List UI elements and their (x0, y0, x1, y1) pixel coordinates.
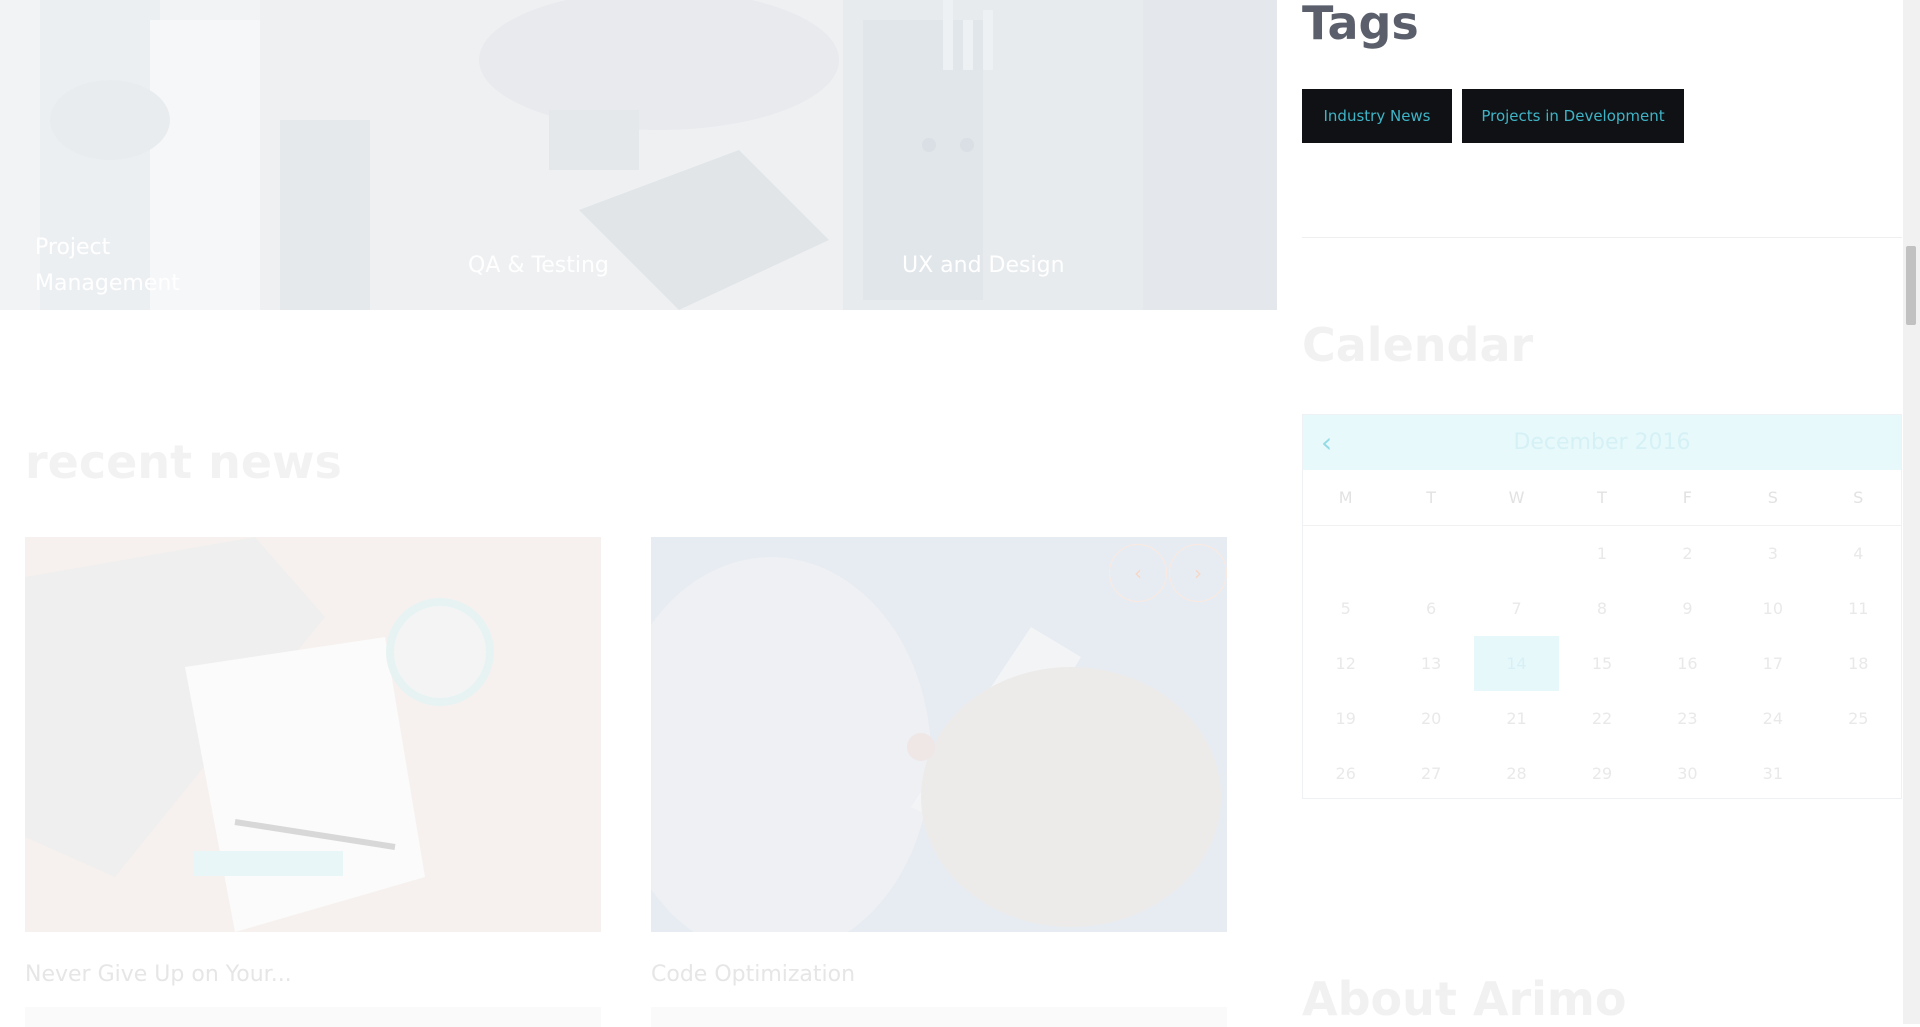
calendar-month-label: December 2016 (1513, 430, 1691, 455)
calendar-weekday: S (1853, 488, 1864, 507)
service-title: QA & Testing (468, 253, 609, 278)
calendar-day[interactable]: 2 (1645, 526, 1730, 581)
news-excerpt (25, 1007, 601, 1027)
calendar-day[interactable]: 13 (1388, 636, 1473, 691)
calendar-weekday: S (1767, 488, 1778, 507)
recent-news-heading: recent news (25, 435, 342, 489)
calendar-day[interactable]: 17 (1730, 636, 1815, 691)
calendar-empty-cell (1816, 746, 1901, 801)
news-title[interactable]: Never Give Up on Your... (25, 962, 292, 987)
calendar-day[interactable]: 5 (1303, 581, 1388, 636)
calendar-day[interactable]: 16 (1645, 636, 1730, 691)
calendar-day[interactable]: 26 (1303, 746, 1388, 801)
calendar-day[interactable]: 8 (1559, 581, 1644, 636)
calendar-empty-cell (1474, 526, 1559, 581)
news-image-laptop (25, 537, 601, 932)
calendar-weekday: M (1338, 488, 1353, 507)
calendar-day[interactable]: 25 (1816, 691, 1901, 746)
calendar-day[interactable]: 21 (1474, 691, 1559, 746)
service-card-ux-design[interactable]: UX and Design (843, 0, 1277, 310)
calendar-day[interactable]: 31 (1730, 746, 1815, 801)
calendar-header: ‹ December 2016 (1303, 415, 1901, 470)
calendar-day[interactable]: 15 (1559, 636, 1644, 691)
calendar-empty-cell (1303, 526, 1388, 581)
scrollbar-track[interactable] (1903, 0, 1920, 1024)
calendar-widget: ‹ December 2016 MTWTFSS 1 2 3 4 5 6 7 8 9 10 11 12 1… (1302, 414, 1902, 799)
calendar-empty-cell (1388, 526, 1473, 581)
chevron-left-icon: ‹ (1134, 561, 1142, 585)
service-card-project-management[interactable]: Project Management (0, 0, 409, 310)
calendar-day[interactable]: 3 (1730, 526, 1815, 581)
tag-industry-news[interactable]: Industry News (1302, 89, 1452, 143)
calendar-day[interactable]: 1 (1559, 526, 1644, 581)
calendar-day[interactable]: 24 (1730, 691, 1815, 746)
calendar-day[interactable]: 20 (1388, 691, 1473, 746)
calendar-day[interactable]: 9 (1645, 581, 1730, 636)
calendar-day[interactable]: 23 (1645, 691, 1730, 746)
calendar-day[interactable]: 18 (1816, 636, 1901, 691)
calendar-day[interactable]: 14 (1473, 636, 1560, 691)
calendar-prev-month-button[interactable]: ‹ (1321, 415, 1332, 470)
calendar-weekdays: MTWTFSS (1303, 470, 1901, 526)
about-heading: About Arimo (1302, 972, 1627, 1026)
calendar-weekday: T (1426, 488, 1437, 507)
calendar-day[interactable]: 6 (1388, 581, 1473, 636)
calendar-day[interactable]: 30 (1645, 746, 1730, 801)
calendar-day[interactable]: 22 (1559, 691, 1644, 746)
chevron-right-icon: › (1194, 561, 1202, 585)
news-title[interactable]: Code Optimization (651, 962, 855, 987)
calendar-weekday: W (1508, 488, 1525, 507)
calendar-day[interactable]: 11 (1816, 581, 1901, 636)
calendar-day[interactable]: 10 (1730, 581, 1815, 636)
calendar-day[interactable]: 4 (1816, 526, 1901, 581)
scrollbar-thumb[interactable] (1906, 246, 1916, 325)
news-excerpt (651, 1007, 1227, 1027)
service-title: Project Management (35, 235, 180, 296)
calendar-grid: 1 2 3 4 5 6 7 8 9 10 11 12 13 14 15 16 17 18 19 20 21 22 23 24 2… (1303, 526, 1901, 801)
calendar-heading: Calendar (1302, 318, 1534, 372)
news-prev-button[interactable]: ‹ (1109, 544, 1167, 602)
service-title: UX and Design (902, 253, 1065, 278)
calendar-weekday: F (1682, 488, 1692, 507)
tags-heading: Tags (1302, 0, 1419, 50)
calendar-day[interactable]: 29 (1559, 746, 1644, 801)
news-thumbnail[interactable] (25, 537, 601, 932)
calendar-weekday: T (1597, 488, 1607, 507)
news-next-button[interactable]: › (1169, 544, 1227, 602)
sidebar-divider (1302, 237, 1902, 238)
calendar-day[interactable]: 19 (1303, 691, 1388, 746)
service-card-qa-testing[interactable]: QA & Testing (409, 0, 843, 310)
calendar-day[interactable]: 12 (1303, 636, 1388, 691)
news-card[interactable]: Never Give Up on Your... (25, 537, 601, 1027)
calendar-day[interactable]: 7 (1474, 581, 1559, 636)
services-strip: Project Management QA & Testing UX and D… (0, 0, 1277, 310)
calendar-day[interactable]: 27 (1388, 746, 1473, 801)
tag-projects-in-development[interactable]: Projects in Development (1462, 89, 1684, 143)
calendar-day[interactable]: 28 (1474, 746, 1559, 801)
